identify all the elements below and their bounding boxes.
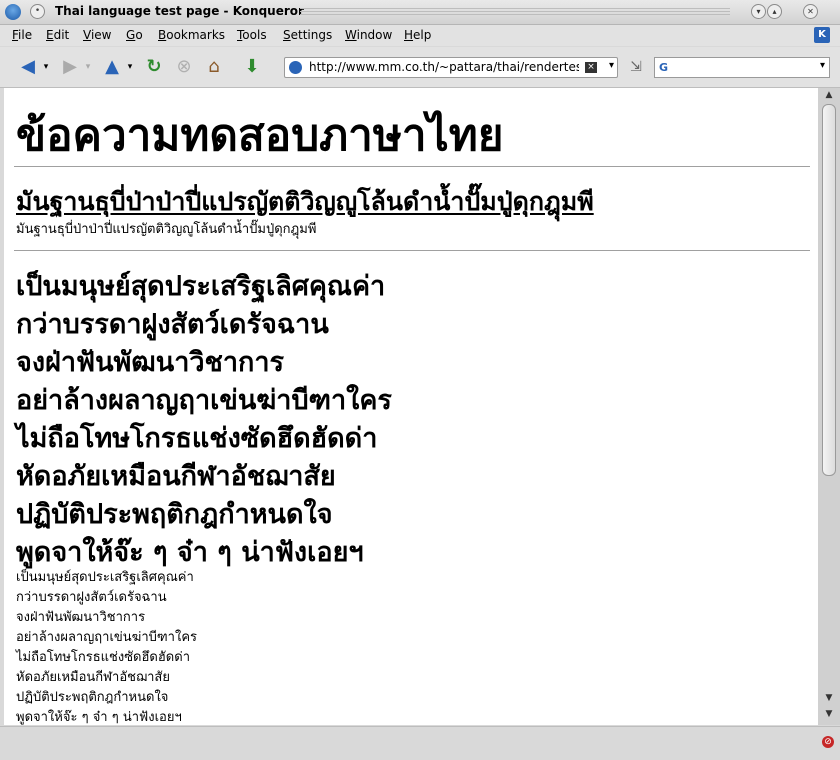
poem-line: กว่าบรรดาฝูงสัตว์เดรัจฉาน — [16, 309, 329, 340]
search-dropdown[interactable]: ▾ — [820, 60, 825, 71]
poem-line: กว่าบรรดาฝูงสัตว์เดรัจฉาน — [16, 590, 167, 605]
scrollbar-thumb[interactable] — [822, 104, 836, 476]
poem-line: หัดอภัยเหมือนกีฬาอัชฌาสัย — [16, 461, 336, 492]
forward-arrow-icon[interactable]: ▶ — [58, 55, 82, 79]
poem-line: อย่าล้างผลาญฤาเข่นฆ่าบีฑาใคร — [16, 630, 198, 645]
poem-line: พูดจาให้จ๊ะ ๆ จ๋า ๆ น่าฟังเอยฯ — [16, 710, 182, 725]
security-status-icon[interactable]: ⊘ — [822, 736, 834, 748]
page-heading: ข้อความทดสอบภาษาไทย — [16, 110, 504, 161]
title-bar-grip — [300, 8, 730, 16]
poem-small: เป็นมนุษย์สุดประเสริฐเลิศคุณค่า กว่าบรรด… — [16, 568, 197, 725]
search-input[interactable]: G ▾ — [654, 57, 830, 78]
window-title: Thai language test page - Konqueror — [55, 4, 304, 18]
poem-line: จงฝ่าฟันพัฒนาวิชาการ — [16, 347, 285, 378]
scroll-up-icon[interactable]: ▲ — [821, 90, 837, 104]
menu-bar: File Edit View Go Bookmarks Tools Settin… — [0, 25, 840, 46]
close-button[interactable]: ✕ — [803, 4, 818, 19]
menu-file[interactable]: File — [12, 28, 32, 42]
toolbar: ◀ ▾ ▶ ▾ ▲ ▾ ↻ ⊗ ⌂ ⬇ http://www.mm.co.th/… — [0, 47, 840, 88]
menu-settings[interactable]: Settings — [283, 28, 332, 42]
maximize-button[interactable]: ▴ — [767, 4, 782, 19]
menu-view[interactable]: View — [83, 28, 111, 42]
url-text: http://www.mm.co.th/~pattara/thai/render… — [309, 60, 579, 74]
scroll-down-icon[interactable]: ▼ — [821, 693, 837, 707]
menu-bookmarks[interactable]: Bookmarks — [158, 28, 225, 42]
poem-large: เป็นมนุษย์สุดประเสริฐเลิศคุณค่า กว่าบรรด… — [16, 268, 392, 572]
poem-line: จงฝ่าฟันพัฒนาวิชาการ — [16, 610, 146, 625]
menu-help[interactable]: Help — [404, 28, 431, 42]
poem-line: ไม่ถือโทษโกรธแช่งซัดฮึดฮัดด่า — [16, 423, 378, 454]
divider — [14, 250, 810, 251]
title-bar: • Thai language test page - Konqueror ▾ … — [0, 0, 840, 25]
stop-icon[interactable]: ⊗ — [172, 55, 196, 79]
reload-icon[interactable]: ↻ — [142, 55, 166, 79]
up-dropdown[interactable]: ▾ — [124, 55, 136, 79]
page-subheading: มันฐานธุบี่ป่าป่าปี่แปรญัตติวิญญูโล้นดำน… — [16, 187, 594, 216]
poem-line: อย่าล้างผลาญฤาเข่นฆ่าบีฑาใคร — [16, 385, 392, 416]
divider — [14, 166, 810, 167]
back-history-dropdown[interactable]: ▾ — [40, 55, 52, 79]
back-arrow-icon[interactable]: ◀ — [16, 55, 40, 79]
poem-line: เป็นมนุษย์สุดประเสริฐเลิศคุณค่า — [16, 570, 194, 585]
poem-line: ไม่ถือโทษโกรธแช่งซัดฮึดฮัดด่า — [16, 650, 190, 665]
poem-line: เป็นมนุษย์สุดประเสริฐเลิศคุณค่า — [16, 271, 386, 302]
kde-logo-icon: K — [814, 27, 830, 43]
url-input[interactable]: http://www.mm.co.th/~pattara/thai/render… — [284, 57, 618, 78]
status-bar: ⊘ — [0, 726, 840, 760]
scroll-down-icon[interactable]: ▼ — [821, 709, 837, 723]
minimize-button[interactable]: ▾ — [751, 4, 766, 19]
menu-window[interactable]: Window — [345, 28, 392, 42]
poem-line: ปฏิบัติประพฤติกฎกำหนดใจ — [16, 499, 333, 530]
poem-line: พูดจาให้จ๊ะ ๆ จ๋า ๆ น่าฟังเอยฯ — [16, 537, 364, 568]
window-menu-button[interactable]: • — [30, 4, 45, 19]
search-engine-icon[interactable]: G — [659, 61, 668, 74]
poem-line: หัดอภัยเหมือนกีฬาอัชฌาสัย — [16, 670, 170, 685]
up-arrow-icon[interactable]: ▲ — [100, 55, 124, 79]
globe-icon — [289, 61, 302, 74]
home-icon[interactable]: ⌂ — [202, 55, 226, 79]
konqueror-icon[interactable] — [5, 4, 21, 20]
download-icon[interactable]: ⬇ — [240, 55, 264, 79]
url-history-dropdown[interactable]: ▾ — [609, 60, 614, 71]
vertical-scrollbar[interactable]: ▲ ▼ ▼ — [818, 88, 840, 725]
forward-history-dropdown[interactable]: ▾ — [82, 55, 94, 79]
subheading-small-text: มันฐานธุบี่ป่าป่าปี่แปรญัตติวิญญูโล้นดำน… — [16, 222, 317, 237]
menu-edit[interactable]: Edit — [46, 28, 69, 42]
menu-tools[interactable]: Tools — [237, 28, 267, 42]
poem-line: ปฏิบัติประพฤติกฎกำหนดใจ — [16, 690, 169, 705]
page-content: ข้อความทดสอบภาษาไทย มันฐานธุบี่ป่าป่าปี่… — [4, 88, 818, 725]
go-icon[interactable]: ⇲ — [626, 55, 646, 79]
menu-go[interactable]: Go — [126, 28, 143, 42]
clear-url-icon[interactable]: × — [585, 62, 597, 73]
